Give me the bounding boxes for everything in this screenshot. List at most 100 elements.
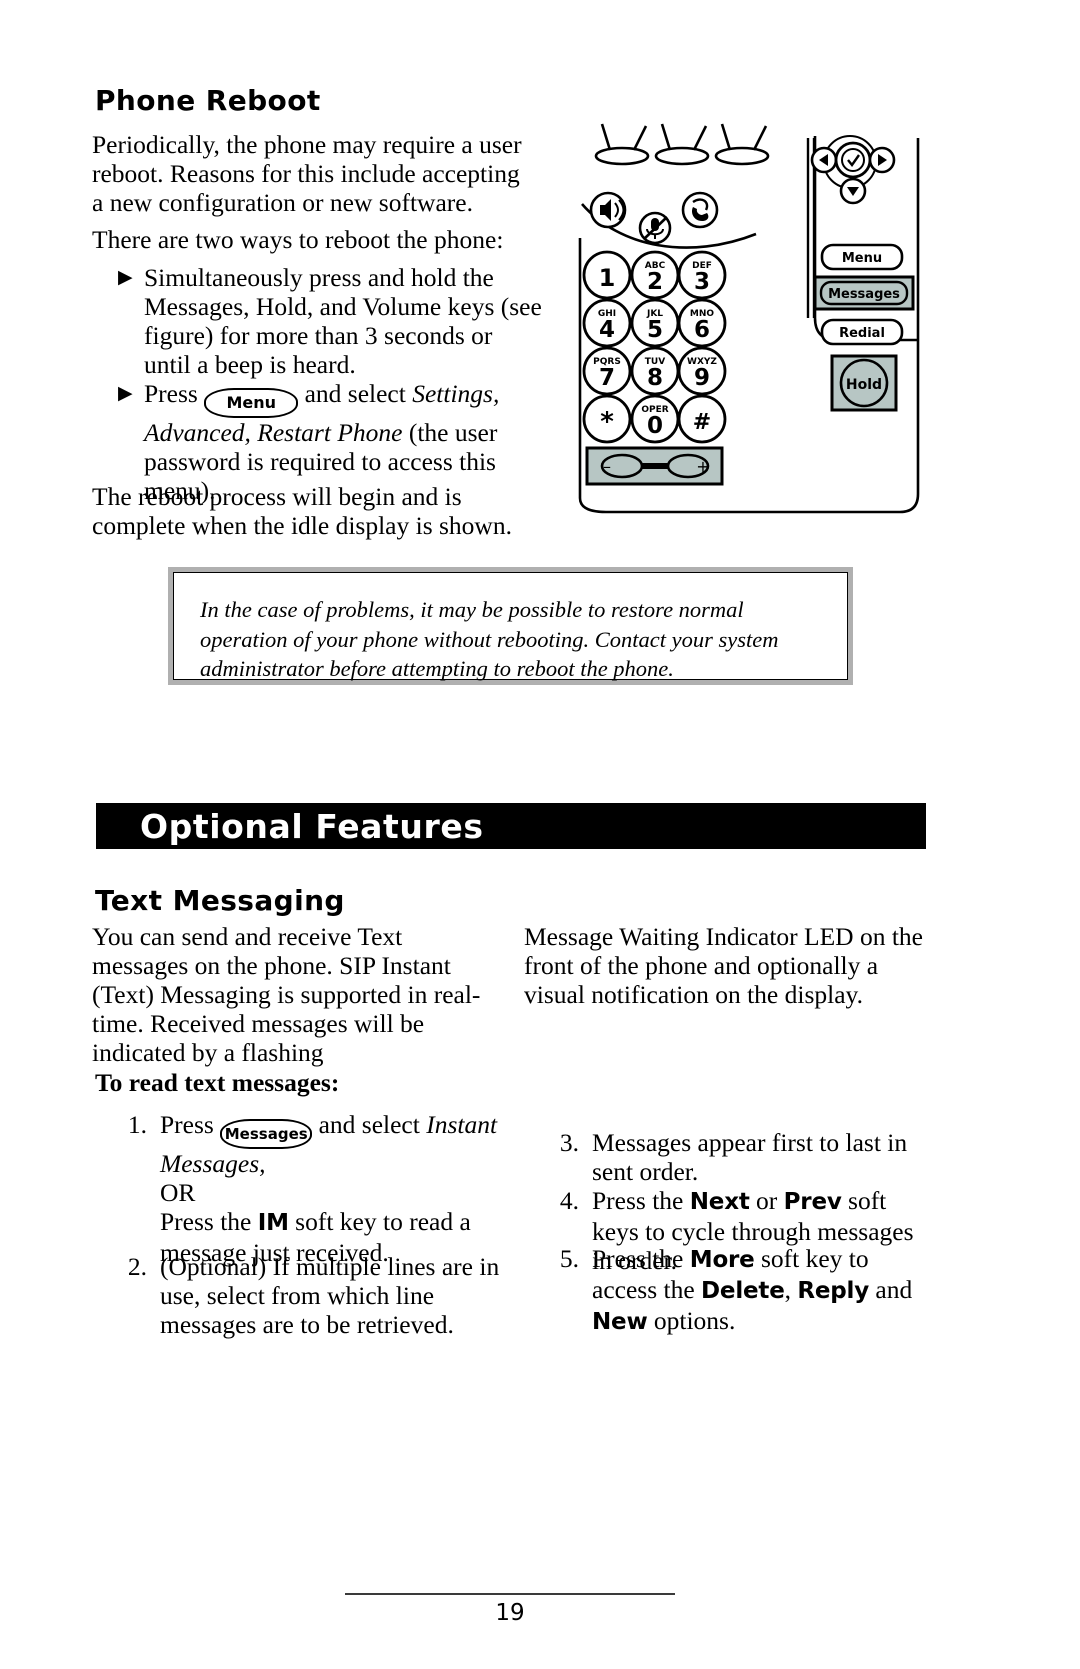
nav-select-icon (834, 141, 872, 179)
reboot-paragraph-3: The reboot process will begin and is com… (92, 482, 512, 540)
key-9: WXYZ 9 (677, 346, 727, 396)
speaker-icon (589, 191, 627, 229)
note-box: In the case of problems, it may be possi… (168, 567, 853, 685)
reboot-paragraph-1: Periodically, the phone may require a us… (92, 130, 522, 217)
step-5-text: Press the More soft key to access the De… (592, 1244, 935, 1337)
svg-text:+: + (696, 457, 709, 476)
step5-press-label: Press the (592, 1244, 684, 1273)
key-3: DEF 3 (677, 250, 727, 300)
reboot-bullet-1: ▶ Simultaneously press and hold the Mess… (118, 263, 543, 379)
footer-divider (345, 1593, 675, 1595)
text-messaging-intro-left: You can send and receive Text messages o… (92, 922, 481, 1067)
section-banner-optional-features: Optional Features (96, 803, 926, 849)
svg-text:Redial: Redial (839, 326, 885, 341)
line-key-2 (654, 123, 710, 166)
svg-text:–: – (603, 457, 611, 476)
svg-text:9: 9 (694, 365, 710, 391)
key-1: 1 (582, 250, 632, 300)
subheading-to-read-text-messages: To read text messages: (95, 1068, 340, 1097)
step5-separator: , (784, 1275, 791, 1304)
step-2-text: (Optional) If multiple lines are in use,… (160, 1252, 500, 1339)
step5-conjunction: and (875, 1275, 913, 1304)
step-1-number: 1. (127, 1110, 147, 1139)
im-soft-key-label[interactable]: IM (258, 1210, 289, 1236)
svg-text:3: 3 (694, 269, 710, 295)
step-2: 2. (Optional) If multiple lines are in u… (113, 1252, 513, 1339)
step1-select-label: and select (318, 1110, 420, 1139)
step-5: 5. Press the More soft key to access the… (545, 1244, 935, 1337)
document-page: Phone Reboot Periodically, the phone may… (0, 0, 1080, 1669)
step4-press-label: Press the (592, 1186, 684, 1215)
svg-text:6: 6 (694, 317, 710, 343)
step-1: 1. Press Messages and select Instant Mes… (113, 1110, 513, 1267)
text-messaging-intro-right: Message Waiting Indicator LED on the fro… (524, 922, 923, 1009)
triangle-bullet-icon: ▶ (118, 267, 133, 288)
new-option-label[interactable]: New (592, 1309, 648, 1335)
svg-text:#: # (693, 410, 711, 435)
svg-text:7: 7 (599, 365, 615, 391)
reply-option-label[interactable]: Reply (797, 1278, 869, 1304)
page-number: 19 (495, 1600, 525, 1626)
step-3-text: Messages appear first to last in sent or… (592, 1128, 908, 1186)
bullet2-press-label: Press (144, 379, 198, 408)
note-box-text: In the case of problems, it may be possi… (200, 597, 779, 681)
key-0: OPER 0 (630, 394, 680, 444)
menu-key-graphic[interactable]: Menu (204, 388, 299, 418)
svg-text:1: 1 (599, 264, 616, 292)
key-7: PQRS 7 (582, 346, 632, 396)
heading-text-messaging: Text Messaging (95, 884, 345, 917)
phone-illustration: 1 ABC 2 DEF 3 GHI 4 JKL 5 MNO 6 PQRS 7 T… (560, 118, 960, 528)
bullet2-select-label: and select (304, 379, 406, 408)
key-star: * (582, 394, 632, 444)
step-5-number: 5. (559, 1244, 579, 1273)
step4-conjunction: or (756, 1186, 778, 1215)
svg-text:0: 0 (647, 413, 663, 439)
more-soft-key-label[interactable]: More (690, 1247, 755, 1273)
headset-icon (681, 191, 719, 229)
keypad: 1 ABC 2 DEF 3 GHI 4 JKL 5 MNO 6 PQRS 7 T… (582, 250, 727, 444)
step5-tail: options. (653, 1306, 736, 1335)
nav-right-icon (868, 146, 896, 174)
svg-text:*: * (600, 407, 614, 437)
key-8: TUV 8 (630, 346, 680, 396)
step-2-number: 2. (127, 1252, 147, 1281)
step-3: 3. Messages appear first to last in sent… (545, 1128, 935, 1186)
nav-left-icon (810, 146, 838, 174)
messages-key-graphic[interactable]: Messages (220, 1119, 313, 1149)
key-2: ABC 2 (630, 250, 680, 300)
line-key-1 (594, 123, 650, 166)
side-key-hold: Hold (830, 354, 898, 412)
svg-text:2: 2 (647, 269, 663, 295)
reboot-bullet-1-text: Simultaneously press and hold the Messag… (144, 263, 542, 379)
step1-softkey-pre: Press the (160, 1207, 252, 1236)
step-1-text: Press Messages and select Instant Messag… (160, 1110, 513, 1267)
key-6: MNO 6 (677, 298, 727, 348)
note-box-inner: In the case of problems, it may be possi… (173, 572, 848, 681)
volume-rocker-key: – + (585, 446, 724, 486)
reboot-paragraph-2: There are two ways to reboot the phone: (92, 225, 504, 254)
nav-down-icon (839, 177, 867, 205)
mute-icon (638, 211, 672, 245)
side-key-messages: Messages (813, 275, 915, 311)
svg-text:Menu: Menu (842, 251, 882, 266)
key-4: GHI 4 (582, 298, 632, 348)
svg-text:5: 5 (647, 317, 663, 343)
side-key-redial: Redial (820, 318, 904, 346)
next-soft-key-label[interactable]: Next (690, 1189, 750, 1215)
navigation-cluster (810, 135, 896, 205)
step1-or-label: OR (160, 1178, 196, 1207)
section-banner-label: Optional Features (140, 806, 484, 846)
key-pound: # (677, 394, 727, 444)
side-key-menu: Menu (820, 243, 904, 271)
svg-text:Messages: Messages (828, 287, 900, 302)
page-title-phone-reboot: Phone Reboot (95, 84, 321, 117)
delete-option-label[interactable]: Delete (701, 1278, 785, 1304)
step-3-number: 3. (559, 1128, 579, 1157)
svg-text:Hold: Hold (846, 377, 882, 393)
svg-text:8: 8 (647, 365, 663, 391)
prev-soft-key-label[interactable]: Prev (784, 1189, 842, 1215)
step1-press-label: Press (160, 1110, 214, 1139)
line-key-3 (714, 123, 770, 166)
svg-text:4: 4 (599, 317, 615, 343)
key-5: JKL 5 (630, 298, 680, 348)
